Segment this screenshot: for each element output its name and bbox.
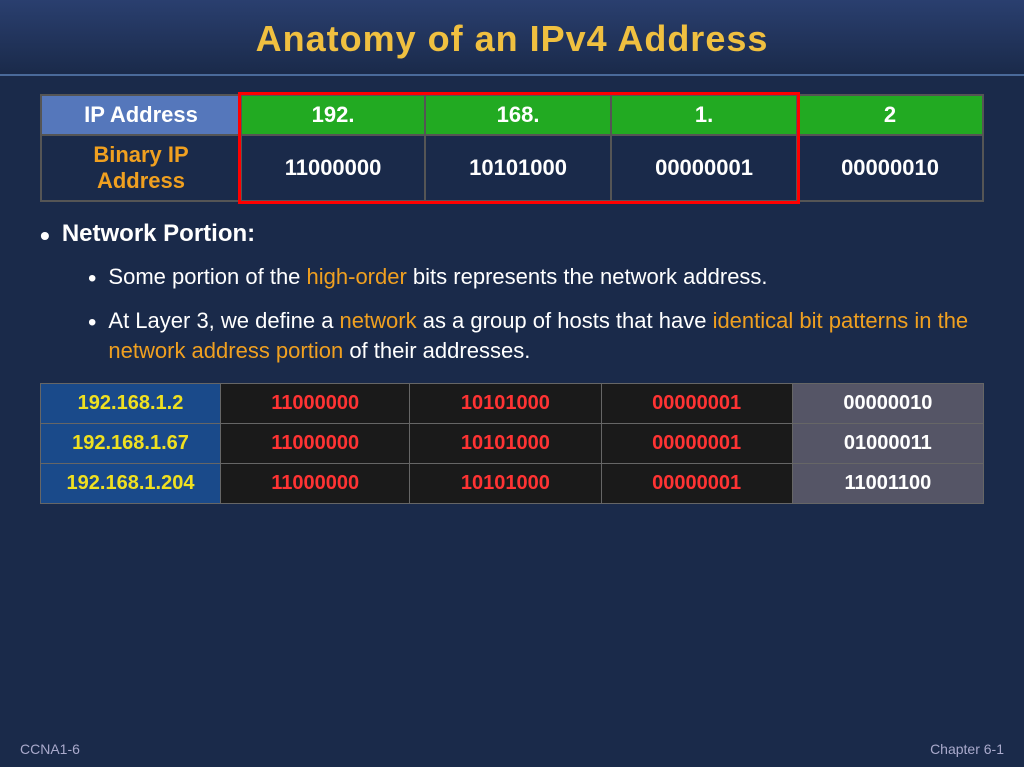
binary-ip-row: Binary IP Address 11000000 10101000 0000… xyxy=(41,135,983,201)
identical-highlight: identical bit patterns in the network ad… xyxy=(108,308,968,364)
network-highlight: network xyxy=(340,308,417,333)
ip-value-2: 168. xyxy=(425,95,611,135)
ip-table-container: IP Address 192. 168. 1. 2 Binary IP Addr… xyxy=(40,94,984,202)
binary-value-3: 00000001 xyxy=(611,135,797,201)
ip-value-4: 2 xyxy=(797,95,983,135)
ip-address-table: IP Address 192. 168. 1. 2 Binary IP Addr… xyxy=(40,94,984,202)
compare-binary-red-cell: 00000001 xyxy=(601,384,792,424)
compare-table-container: 192.168.1.211000000101010000000000100000… xyxy=(40,383,984,504)
ip-label: IP Address xyxy=(41,95,241,135)
footer-right: Chapter 6-1 xyxy=(930,741,1004,757)
compare-binary-gray-cell: 01000011 xyxy=(792,424,983,464)
compare-binary-red-cell: 10101000 xyxy=(410,424,601,464)
page-title: Anatomy of an IPv4 Address xyxy=(20,18,1004,60)
compare-row: 192.168.1.211000000101010000000000100000… xyxy=(41,384,984,424)
compare-ip-cell: 192.168.1.2 xyxy=(41,384,221,424)
ip-address-row: IP Address 192. 168. 1. 2 xyxy=(41,95,983,135)
compare-binary-gray-cell: 11001100 xyxy=(792,464,983,504)
compare-binary-red-cell: 11000000 xyxy=(221,464,410,504)
compare-binary-red-cell: 10101000 xyxy=(410,464,601,504)
main-bullet: Network Portion: xyxy=(40,220,984,252)
binary-value-1: 11000000 xyxy=(241,135,425,201)
compare-binary-red-cell: 10101000 xyxy=(410,384,601,424)
ip-value-3: 1. xyxy=(611,95,797,135)
sub-bullets: Some portion of the high-order bits repr… xyxy=(88,262,984,367)
bullet-section: Network Portion: Some portion of the hig… xyxy=(40,220,984,367)
footer: CCNA1-6 Chapter 6-1 xyxy=(20,741,1004,757)
sub-bullet-1: Some portion of the high-order bits repr… xyxy=(88,262,984,296)
compare-binary-red-cell: 11000000 xyxy=(221,424,410,464)
high-order-highlight: high-order xyxy=(307,264,407,289)
sub-bullet-1-text: Some portion of the high-order bits repr… xyxy=(108,262,767,293)
ip-value-1: 192. xyxy=(241,95,425,135)
binary-ip-label: Binary IP Address xyxy=(41,135,241,201)
sub-bullet-2: At Layer 3, we define a network as a gro… xyxy=(88,306,984,368)
compare-ip-cell: 192.168.1.67 xyxy=(41,424,221,464)
compare-binary-red-cell: 11000000 xyxy=(221,384,410,424)
compare-row: 192.168.1.671100000010101000000000010100… xyxy=(41,424,984,464)
binary-value-4: 00000010 xyxy=(797,135,983,201)
compare-row: 192.168.1.204110000001010100000000001110… xyxy=(41,464,984,504)
compare-binary-red-cell: 00000001 xyxy=(601,464,792,504)
compare-table: 192.168.1.211000000101010000000000100000… xyxy=(40,383,984,504)
compare-binary-gray-cell: 00000010 xyxy=(792,384,983,424)
sub-bullet-2-text: At Layer 3, we define a network as a gro… xyxy=(108,306,984,368)
binary-value-2: 10101000 xyxy=(425,135,611,201)
compare-binary-red-cell: 00000001 xyxy=(601,424,792,464)
content-area: IP Address 192. 168. 1. 2 Binary IP Addr… xyxy=(0,76,1024,514)
title-area: Anatomy of an IPv4 Address xyxy=(0,0,1024,76)
main-bullet-text: Network Portion: xyxy=(62,220,255,248)
compare-ip-cell: 192.168.1.204 xyxy=(41,464,221,504)
footer-left: CCNA1-6 xyxy=(20,741,80,757)
